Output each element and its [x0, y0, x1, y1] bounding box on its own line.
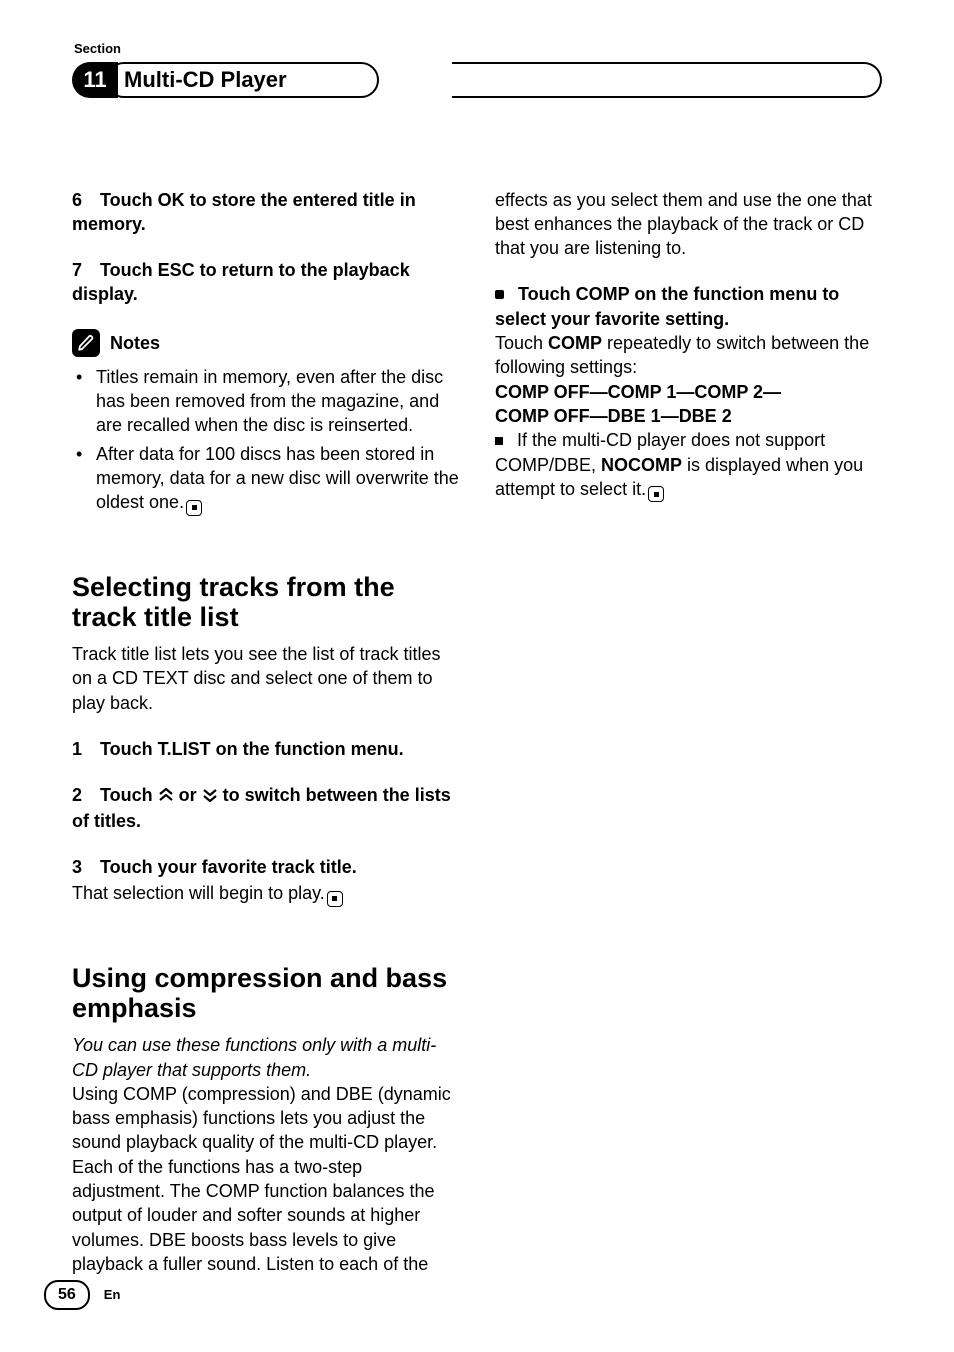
- comp-instruction-head: Touch COMP on the function menu to selec…: [495, 282, 882, 331]
- step-1-text: Touch T.LIST on the function menu.: [100, 739, 404, 759]
- compression-body-continued: effects as you select them and use the o…: [495, 188, 882, 261]
- step-7: 7Touch ESC to return to the playback dis…: [72, 258, 459, 307]
- step-6-text: Touch OK to store the entered title in m…: [72, 190, 416, 234]
- section-label: Section: [74, 40, 882, 58]
- step-3: 3Touch your favorite track title.: [72, 855, 459, 879]
- step-6: 6Touch OK to store the entered title in …: [72, 188, 459, 237]
- bullet-icon: [495, 290, 504, 299]
- page-title: Multi-CD Player: [106, 62, 379, 98]
- section-number-badge: 11: [72, 62, 118, 98]
- comp-instruction-body: Touch COMP repeatedly to switch between …: [495, 331, 882, 380]
- step-2-text-a: Touch: [100, 785, 158, 805]
- note-item: After data for 100 discs has been stored…: [96, 442, 459, 516]
- step-2: 2Touch or to switch between the lists of…: [72, 783, 459, 833]
- comp-label: COMP: [548, 333, 602, 353]
- notes-list: Titles remain in memory, even after the …: [72, 365, 459, 516]
- left-column: 6Touch OK to store the entered title in …: [72, 188, 459, 1277]
- header-right-pill: [452, 62, 882, 98]
- selecting-tracks-intro: Track title list lets you see the list o…: [72, 642, 459, 715]
- step-2-text-b: or: [174, 785, 202, 805]
- compression-condition: You can use these functions only with a …: [72, 1033, 459, 1082]
- chevron-up-icon: [158, 784, 174, 808]
- step-7-text: Touch ESC to return to the playback disp…: [72, 260, 410, 304]
- comp-sequence-line-2: COMP OFF—DBE 1—DBE 2: [495, 404, 882, 428]
- step-3-body: That selection will begin to play.: [72, 881, 459, 907]
- step-1: 1Touch T.LIST on the function menu.: [72, 737, 459, 761]
- notes-label: Notes: [110, 331, 160, 355]
- page-header: 11 Multi-CD Player: [72, 62, 882, 98]
- right-column: effects as you select them and use the o…: [495, 188, 882, 1277]
- notes-heading: Notes: [72, 329, 459, 357]
- step-3-text: Touch your favorite track title.: [100, 857, 357, 877]
- heading-compression: Using compression and bass emphasis: [72, 963, 459, 1023]
- language-label: En: [104, 1286, 121, 1304]
- square-bullet-icon: [495, 437, 503, 445]
- chevron-down-icon: [202, 784, 218, 808]
- heading-selecting-tracks: Selecting tracks from the track title li…: [72, 572, 459, 632]
- compression-body: Using COMP (compression) and DBE (dynami…: [72, 1082, 459, 1276]
- end-of-section-icon: [648, 486, 664, 502]
- note-item-text: After data for 100 discs has been stored…: [96, 444, 459, 513]
- comp-note: If the multi-CD player does not support …: [495, 428, 882, 502]
- title-pill: 11 Multi-CD Player: [72, 62, 379, 98]
- comp-sequence-line-1: COMP OFF—COMP 1—COMP 2—: [495, 380, 882, 404]
- end-of-section-icon: [327, 891, 343, 907]
- note-item: Titles remain in memory, even after the …: [96, 365, 459, 438]
- page-number: 56: [44, 1280, 90, 1310]
- page-footer: 56 En: [44, 1280, 120, 1310]
- pencil-icon: [72, 329, 100, 357]
- nocomp-label: NOCOMP: [601, 455, 682, 475]
- end-of-section-icon: [186, 500, 202, 516]
